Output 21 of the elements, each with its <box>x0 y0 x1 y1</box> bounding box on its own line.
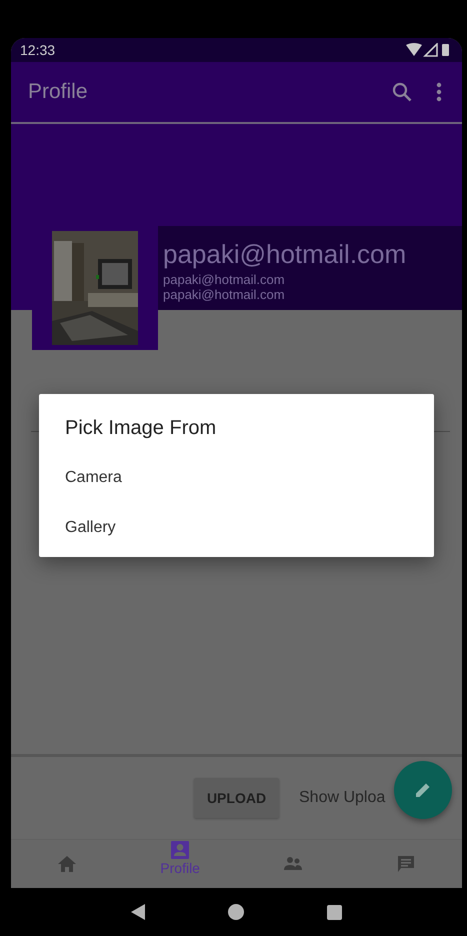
recents-icon[interactable] <box>326 904 342 920</box>
app-title: Profile <box>28 80 89 104</box>
show-uploads-link[interactable]: Show Uploa <box>299 789 386 807</box>
pencil-icon <box>414 781 432 799</box>
status-time: 12:33 <box>20 42 56 58</box>
profile-icon <box>170 840 190 860</box>
dialog-title: Pick Image From <box>65 416 218 440</box>
upload-button[interactable]: UPLOAD <box>194 778 279 818</box>
home-icon[interactable] <box>228 904 244 920</box>
back-icon[interactable] <box>131 904 146 920</box>
profile-name: papaki@hotmail.com <box>163 238 408 271</box>
nav-tab[interactable]: Profile <box>124 840 236 888</box>
tab-label: Profile <box>160 860 200 877</box>
profile-detail: papaki@hotmail.com <box>163 272 286 287</box>
search-icon[interactable] <box>392 82 412 102</box>
home-icon <box>57 854 78 874</box>
dialog-option[interactable]: Gallery <box>65 503 116 553</box>
profile-detail: papaki@hotmail.com <box>163 287 286 302</box>
dialog-option[interactable]: Camera <box>65 453 122 503</box>
chat-icon <box>396 854 416 874</box>
overflow-menu-icon[interactable] <box>436 82 442 102</box>
